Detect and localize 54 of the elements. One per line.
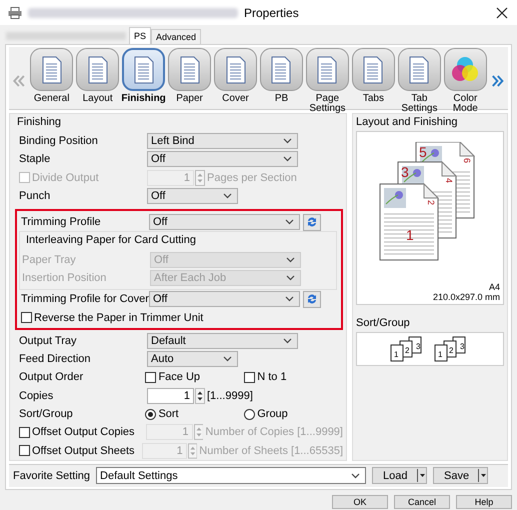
field-label: Binding Position <box>19 135 99 148</box>
dialog-button[interactable]: OK <box>332 495 388 509</box>
radio-label: Group <box>257 408 288 420</box>
tab[interactable]: PS <box>129 27 152 44</box>
dialog-button[interactable]: Cancel <box>394 495 450 509</box>
field-label: Output Order <box>19 371 84 384</box>
checkbox-label: N to 1 <box>257 371 287 384</box>
checkbox-label: Offset Output Sheets <box>32 444 135 457</box>
dropdown[interactable]: Off <box>149 214 300 230</box>
dropdown[interactable]: Off <box>147 188 238 204</box>
checkbox-label: Divide Output <box>32 172 99 184</box>
page-number: 1 <box>406 227 414 243</box>
field-label: Paper Tray <box>22 254 77 266</box>
page-number: 3 <box>401 164 409 180</box>
split-button[interactable]: Load <box>372 467 428 484</box>
group-title: Finishing <box>16 115 62 130</box>
page-set-drawing: 1 2 3 <box>434 336 470 362</box>
field-label: Trimming Profile <box>21 216 102 228</box>
tab[interactable]: Advanced <box>151 29 202 44</box>
unit-label: Number of Sheets [1...65535] <box>199 444 343 457</box>
group-title: Interleaving Paper for Card Cutting <box>25 233 197 248</box>
dropdown[interactable]: Left Bind <box>147 133 298 150</box>
unit-label: [1...9999] <box>207 390 253 402</box>
field-label: Feed Direction <box>19 353 92 366</box>
paper-dimensions: 210.0x297.0 mm <box>432 292 500 302</box>
field-label: Insertion Position <box>22 272 108 284</box>
field-label: Output Tray <box>19 334 78 347</box>
panel-title: Layout and Finishing <box>356 116 459 128</box>
field-label: Staple <box>19 153 52 166</box>
unit-label: Pages per Section <box>207 172 297 184</box>
paper-size: A4 <box>488 282 500 292</box>
checkbox-label: Reverse the Paper in Trimmer Unit <box>34 312 204 324</box>
stacked-pages-drawing: 5 6 3 4 1 2 <box>372 142 482 267</box>
panel-title: Sort/Group <box>356 317 411 329</box>
dropdown[interactable]: Default <box>147 332 298 349</box>
dialog-button[interactable]: Help <box>456 495 512 509</box>
field-label: Punch <box>19 190 52 202</box>
field-label: Copies <box>19 390 54 402</box>
checkbox-label: Face Up <box>158 371 200 384</box>
field-label: Favorite Setting <box>13 470 90 482</box>
split-button[interactable]: Save <box>433 467 488 484</box>
field-label: Sort/Group <box>19 408 74 420</box>
number-field[interactable]: 1 <box>147 388 194 404</box>
unit-label: Number of Copies [1...9999] <box>205 426 343 438</box>
page-set-drawing: 1 2 3 <box>390 336 426 362</box>
page-number: 5 <box>419 144 427 160</box>
favorite-dropdown[interactable]: Default Settings <box>96 467 366 484</box>
window-title: Properties <box>244 6 300 20</box>
radio-label: Sort <box>158 408 179 420</box>
dropdown[interactable]: Off <box>147 151 298 168</box>
dropdown[interactable]: Off <box>149 291 300 308</box>
dropdown[interactable]: Auto <box>147 351 238 368</box>
checkbox-label: Offset Output Copies <box>32 426 135 438</box>
field-label: Trimming Profile for Cover <box>21 293 149 306</box>
